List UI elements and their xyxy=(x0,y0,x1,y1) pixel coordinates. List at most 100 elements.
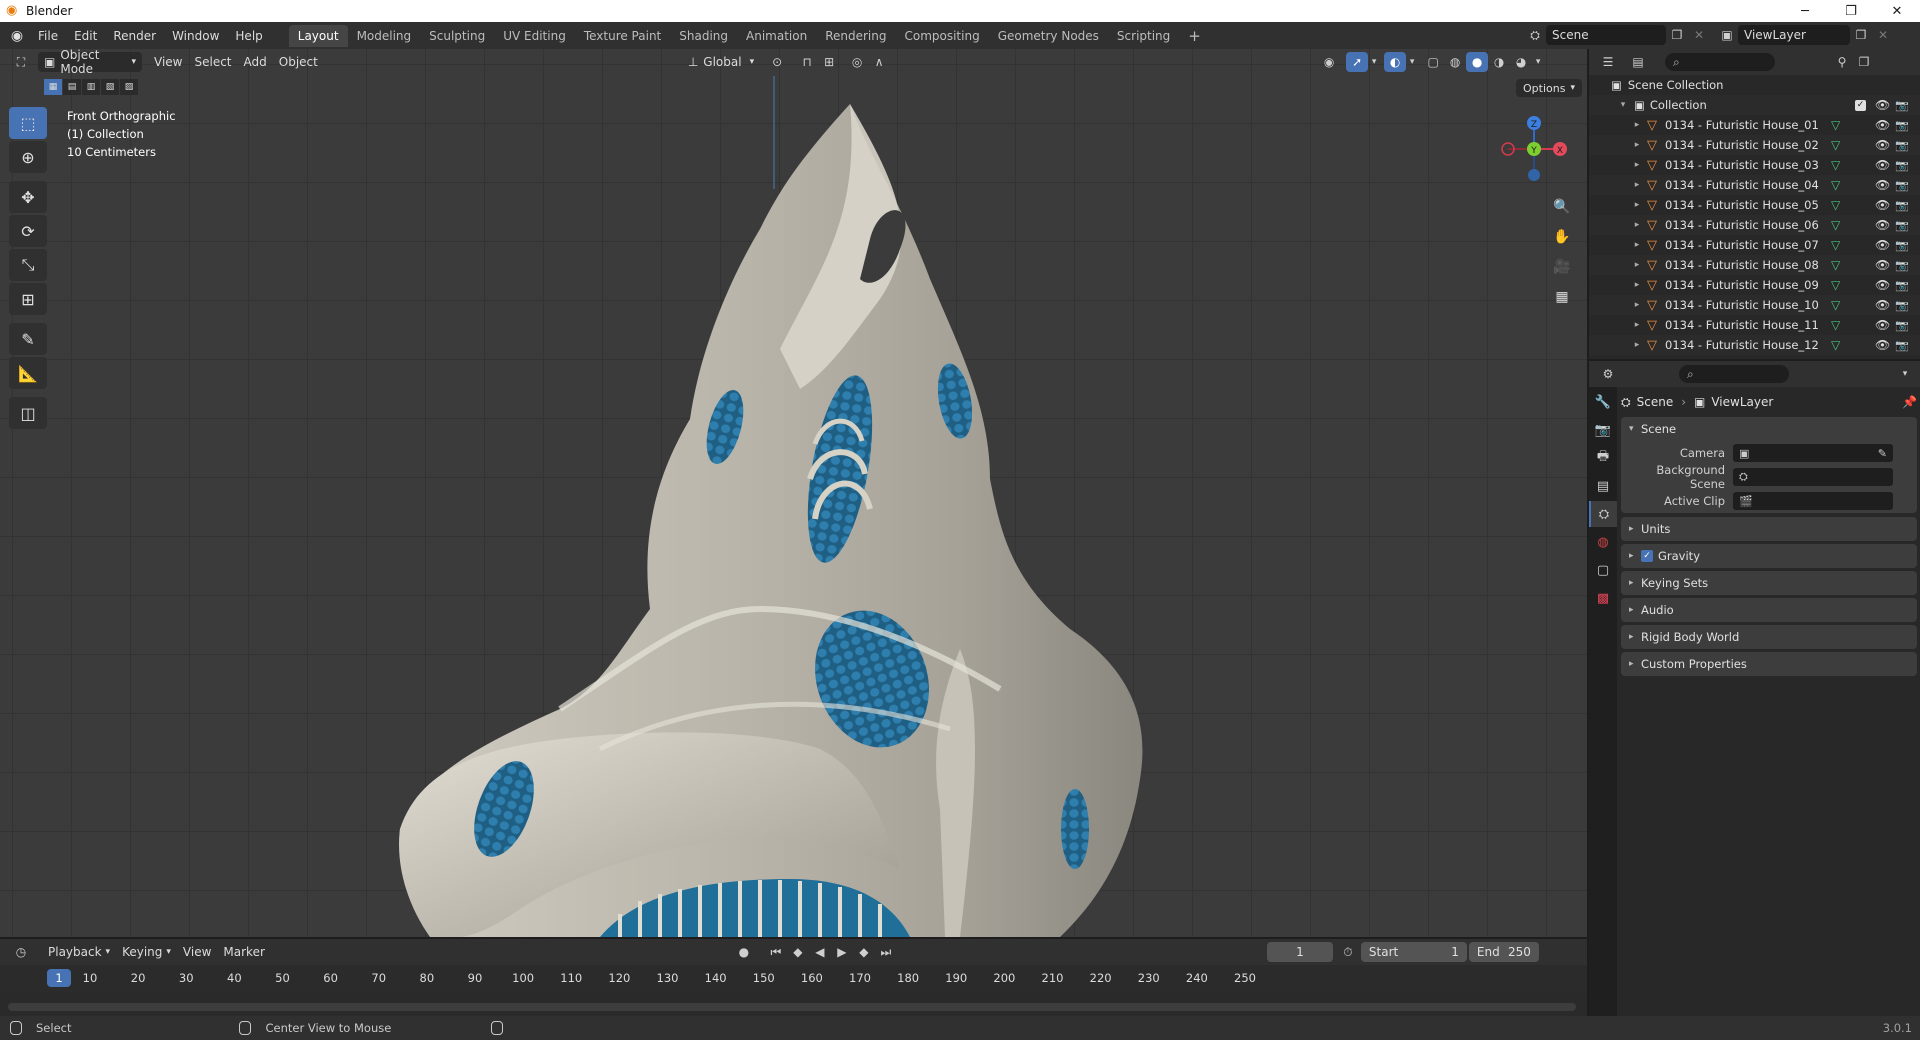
workspace-tab-shading[interactable]: Shading xyxy=(670,25,737,47)
eye-icon[interactable]: 👁 xyxy=(1875,298,1890,312)
view-layer-name-field[interactable]: ViewLayer xyxy=(1738,25,1850,45)
outliner-object-row[interactable]: ▸ ▽ 0134 - Futuristic House_05 ▽ 👁 📷 xyxy=(1589,195,1920,215)
delete-scene-icon[interactable]: ✕ xyxy=(1688,25,1710,45)
rigid-body-world-panel[interactable]: ▸ Rigid Body World xyxy=(1621,625,1917,649)
proportional-editing-icon[interactable]: ◎ xyxy=(846,52,868,72)
scene-name-field[interactable]: Scene xyxy=(1546,25,1666,45)
mesh-data-icon[interactable]: ▽ xyxy=(1831,258,1840,272)
solid-shading-icon[interactable]: ● xyxy=(1466,52,1489,72)
workspace-tab-compositing[interactable]: Compositing xyxy=(895,25,988,47)
workspace-tab-uv-editing[interactable]: UV Editing xyxy=(494,25,575,47)
perspective-grid-icon[interactable]: ▦ xyxy=(1550,285,1574,309)
active-clip-field[interactable]: 🎬 xyxy=(1733,492,1893,510)
eye-icon[interactable]: 👁 xyxy=(1875,98,1890,112)
viewport-menu-add[interactable]: Add xyxy=(238,52,273,72)
menu-file[interactable]: File xyxy=(30,25,66,47)
timeline-menu-playback[interactable]: Playback ▾ xyxy=(42,942,116,962)
current-frame-field[interactable]: 1 xyxy=(1266,942,1333,962)
zoom-icon[interactable]: 🔍 xyxy=(1550,195,1574,219)
close-button[interactable]: ✕ xyxy=(1874,0,1920,22)
chevron-right-icon[interactable]: ▸ xyxy=(1631,120,1643,130)
preview-range-icon[interactable]: ⏱ xyxy=(1337,942,1359,962)
play-icon[interactable]: ▶ xyxy=(831,942,853,962)
tool-tab-icon[interactable]: 🔧 xyxy=(1589,389,1617,415)
gravity-checkbox[interactable]: ✓ xyxy=(1641,550,1653,562)
render-camera-icon[interactable]: 📷 xyxy=(1895,279,1909,292)
mesh-data-icon[interactable]: ▽ xyxy=(1831,278,1840,292)
camera-field[interactable]: ▣ ✎ xyxy=(1733,444,1893,462)
menu-help[interactable]: Help xyxy=(227,25,270,47)
outliner-object-row[interactable]: ▸ ▽ 0134 - Futuristic House_06 ▽ 👁 📷 xyxy=(1589,215,1920,235)
viewport-menu-select[interactable]: Select xyxy=(188,52,237,72)
eye-icon[interactable]: 👁 xyxy=(1875,338,1890,352)
cursor-tool-icon[interactable]: ⊕ xyxy=(9,141,47,173)
mesh-data-icon[interactable]: ▽ xyxy=(1831,158,1840,172)
view-layer-tab-icon[interactable]: ▤ xyxy=(1589,473,1617,499)
background-scene-field[interactable]: ⛭ xyxy=(1733,468,1893,486)
pivot-point-icon[interactable]: ⊙ xyxy=(766,52,788,72)
mesh-data-icon[interactable]: ▽ xyxy=(1831,218,1840,232)
chevron-right-icon[interactable]: ▸ xyxy=(1631,220,1643,230)
mesh-data-icon[interactable]: ▽ xyxy=(1831,338,1840,352)
properties-search-input[interactable]: ⌕ xyxy=(1679,365,1789,383)
play-reverse-icon[interactable]: ◀ xyxy=(809,942,831,962)
mesh-data-icon[interactable]: ▽ xyxy=(1831,118,1840,132)
eye-icon[interactable]: 👁 xyxy=(1875,218,1890,232)
chevron-right-icon[interactable]: ▸ xyxy=(1631,200,1643,210)
properties-editor-type-icon[interactable]: ⚙ xyxy=(1597,364,1619,384)
outliner-object-row[interactable]: ▸ ▽ 0134 - Futuristic House_07 ▽ 👁 📷 xyxy=(1589,235,1920,255)
outliner-object-row[interactable]: ▸ ▽ 0134 - Futuristic House_10 ▽ 👁 📷 xyxy=(1589,295,1920,315)
output-tab-icon[interactable]: 🖶 xyxy=(1589,445,1617,471)
camera-view-icon[interactable]: 🎥 xyxy=(1550,255,1574,279)
snap-target-icon[interactable]: ⊞ xyxy=(818,52,840,72)
workspace-tab-rendering[interactable]: Rendering xyxy=(816,25,895,47)
outliner-object-row[interactable]: ▸ ▽ 0134 - Futuristic House_08 ▽ 👁 📷 xyxy=(1589,255,1920,275)
keying-sets-panel[interactable]: ▸ Keying Sets xyxy=(1621,571,1917,595)
render-camera-icon[interactable]: 📷 xyxy=(1895,179,1909,192)
new-scene-icon[interactable]: ❐ xyxy=(1666,25,1688,45)
workspace-tab-geometry-nodes[interactable]: Geometry Nodes xyxy=(989,25,1108,47)
outliner-object-row[interactable]: ▸ ▽ 0134 - Futuristic House_01 ▽ 👁 📷 xyxy=(1589,115,1920,135)
view-layer-browse-icon[interactable]: ▣ xyxy=(1716,25,1738,45)
chevron-right-icon[interactable]: ▸ xyxy=(1631,240,1643,250)
menu-render[interactable]: Render xyxy=(105,25,164,47)
units-panel[interactable]: ▸ Units xyxy=(1621,517,1917,541)
chevron-right-icon[interactable]: ▸ xyxy=(1631,160,1643,170)
rotate-tool-icon[interactable]: ⟳ xyxy=(9,215,47,247)
custom-properties-panel[interactable]: ▸ Custom Properties xyxy=(1621,652,1917,676)
timeline-editor-type-icon[interactable]: ◷ xyxy=(10,942,32,962)
render-camera-icon[interactable]: 📷 xyxy=(1895,199,1909,212)
eye-icon[interactable]: 👁 xyxy=(1875,158,1890,172)
viewport-menu-view[interactable]: View xyxy=(148,52,188,72)
collection-tab-icon[interactable]: ▢ xyxy=(1589,557,1617,583)
select-extend-icon[interactable]: ▤ xyxy=(63,79,81,95)
3d-viewport[interactable]: ⛶ ▣ Object Mode ▾ View Select Add Object… xyxy=(0,49,1587,937)
workspace-tab-modeling[interactable]: Modeling xyxy=(348,25,421,47)
menu-edit[interactable]: Edit xyxy=(66,25,105,47)
gizmo-toggle-icon[interactable]: ➚ xyxy=(1346,52,1369,72)
pan-hand-icon[interactable]: ✋ xyxy=(1550,225,1574,249)
snap-icon[interactable]: ⊓ xyxy=(796,52,818,72)
gravity-panel[interactable]: ▸ ✓ Gravity xyxy=(1621,544,1917,568)
timeline-menu-marker[interactable]: Marker xyxy=(217,942,270,962)
options-dropdown[interactable]: Options ▾ xyxy=(1516,79,1582,97)
scene-collection-row[interactable]: ▣ Scene Collection xyxy=(1589,75,1920,95)
frame-start-field[interactable]: Start 1 xyxy=(1360,942,1467,962)
new-collection-icon[interactable]: ❐ xyxy=(1853,52,1875,72)
frame-end-field[interactable]: End 250 xyxy=(1468,942,1539,962)
pin-icon[interactable]: 📌 xyxy=(1902,395,1917,409)
scale-tool-icon[interactable]: ⤡ xyxy=(9,249,47,281)
outliner-object-row[interactable]: ▸ ▽ 0134 - Futuristic House_12 ▽ 👁 📷 xyxy=(1589,335,1920,355)
chevron-right-icon[interactable]: ▸ xyxy=(1631,180,1643,190)
workspace-tab-texture-paint[interactable]: Texture Paint xyxy=(575,25,670,47)
new-view-layer-icon[interactable]: ❐ xyxy=(1850,25,1872,45)
transform-tool-icon[interactable]: ⊞ xyxy=(9,283,47,315)
maximize-button[interactable]: ❐ xyxy=(1828,0,1874,22)
measure-tool-icon[interactable]: 📐 xyxy=(9,357,47,389)
overlays-dropdown-icon[interactable]: ▾ xyxy=(1406,52,1418,72)
add-cube-tool-icon[interactable]: ◫ xyxy=(9,397,47,429)
select-invert-icon[interactable]: ▧ xyxy=(101,79,119,95)
mesh-data-icon[interactable]: ▽ xyxy=(1831,138,1840,152)
timeline-menu-keying[interactable]: Keying ▾ xyxy=(116,942,177,962)
visibility-filter-icon[interactable]: ◉ xyxy=(1318,52,1340,72)
